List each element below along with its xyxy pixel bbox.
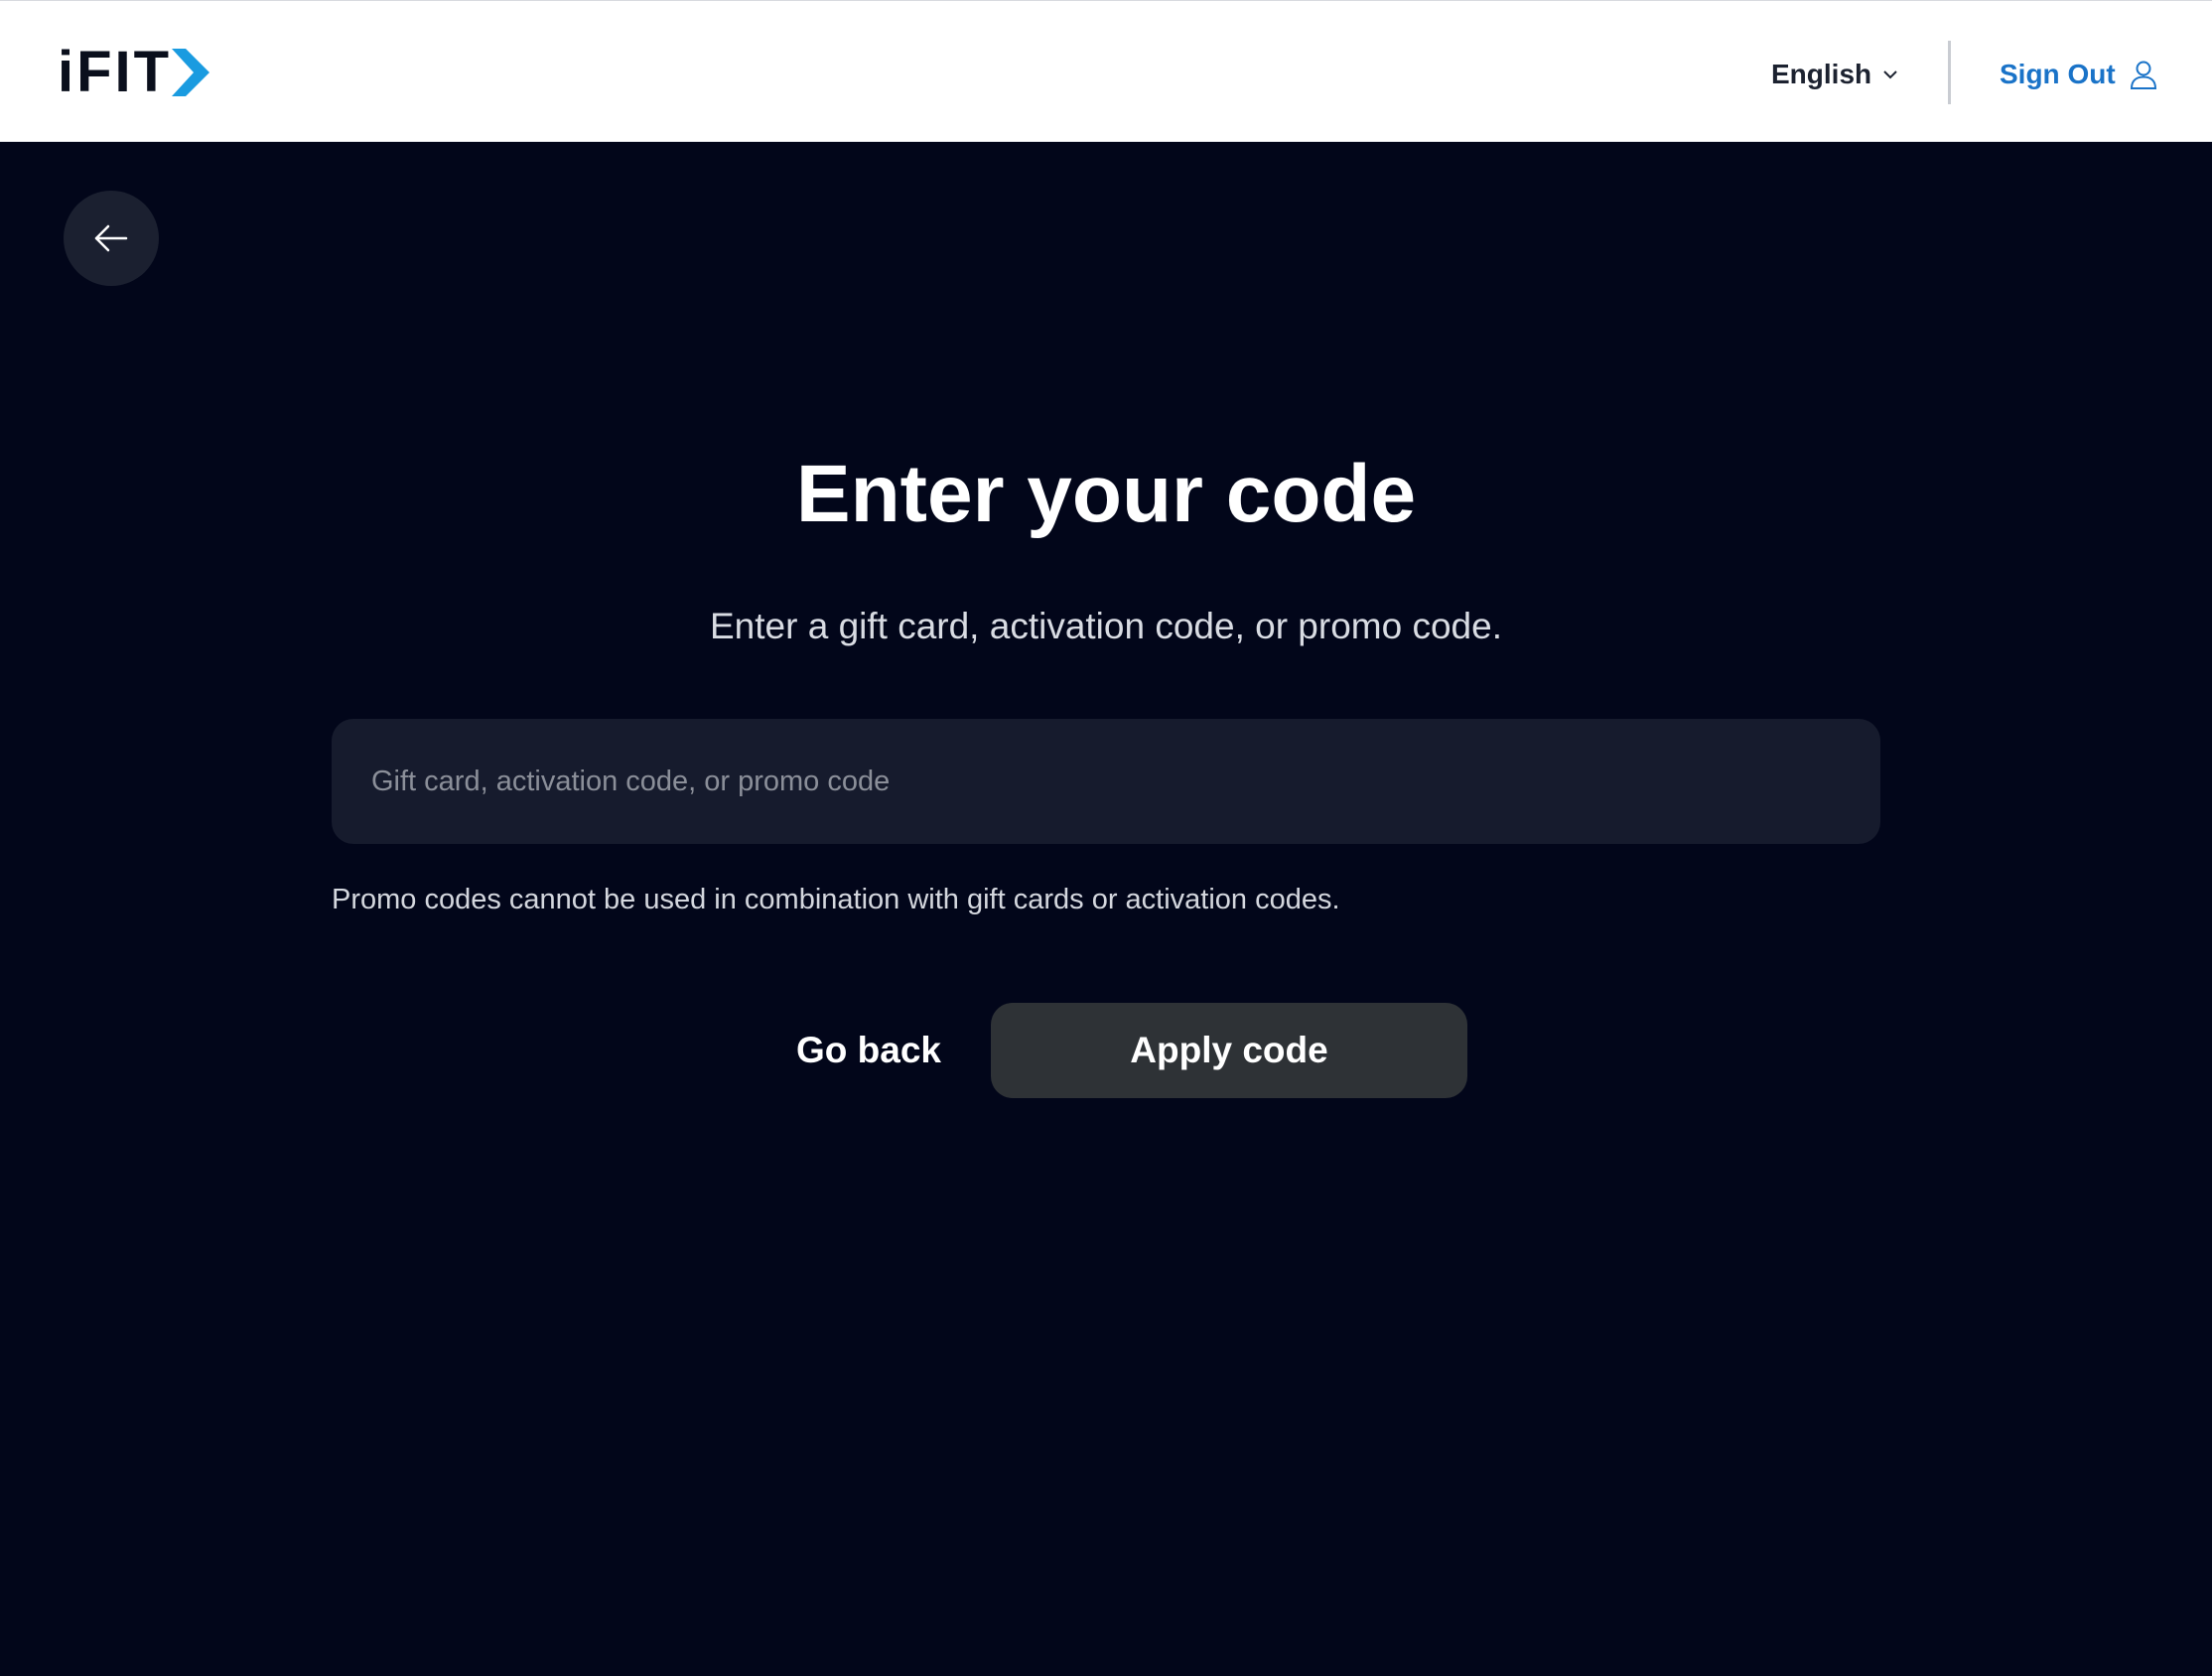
- promo-note: Promo codes cannot be used in combinatio…: [332, 884, 1340, 915]
- logo-wordmark: iFIT: [58, 40, 173, 104]
- page-subtitle: Enter a gift card, activation code, or p…: [710, 606, 1502, 646]
- arrow-left-icon: [94, 224, 128, 252]
- sign-out-label: Sign Out: [2000, 59, 2116, 89]
- top-header: iFIT English Sign Out: [0, 0, 2212, 142]
- ifit-logo[interactable]: iFIT: [58, 40, 210, 104]
- chevron-down-icon: [1883, 70, 1897, 79]
- go-back-button[interactable]: Go back: [774, 1003, 963, 1098]
- code-input[interactable]: [332, 719, 1880, 844]
- sign-out-link[interactable]: Sign Out: [2000, 55, 2157, 94]
- back-button[interactable]: [64, 191, 159, 286]
- language-dropdown[interactable]: English: [1771, 55, 1899, 94]
- header-divider: [1948, 41, 1951, 104]
- apply-code-button[interactable]: Apply code: [991, 1003, 1467, 1098]
- user-icon: [2130, 61, 2156, 89]
- chevron-right-icon: [172, 49, 210, 96]
- language-label: English: [1771, 59, 1872, 89]
- page-title: Enter your code: [795, 449, 1417, 539]
